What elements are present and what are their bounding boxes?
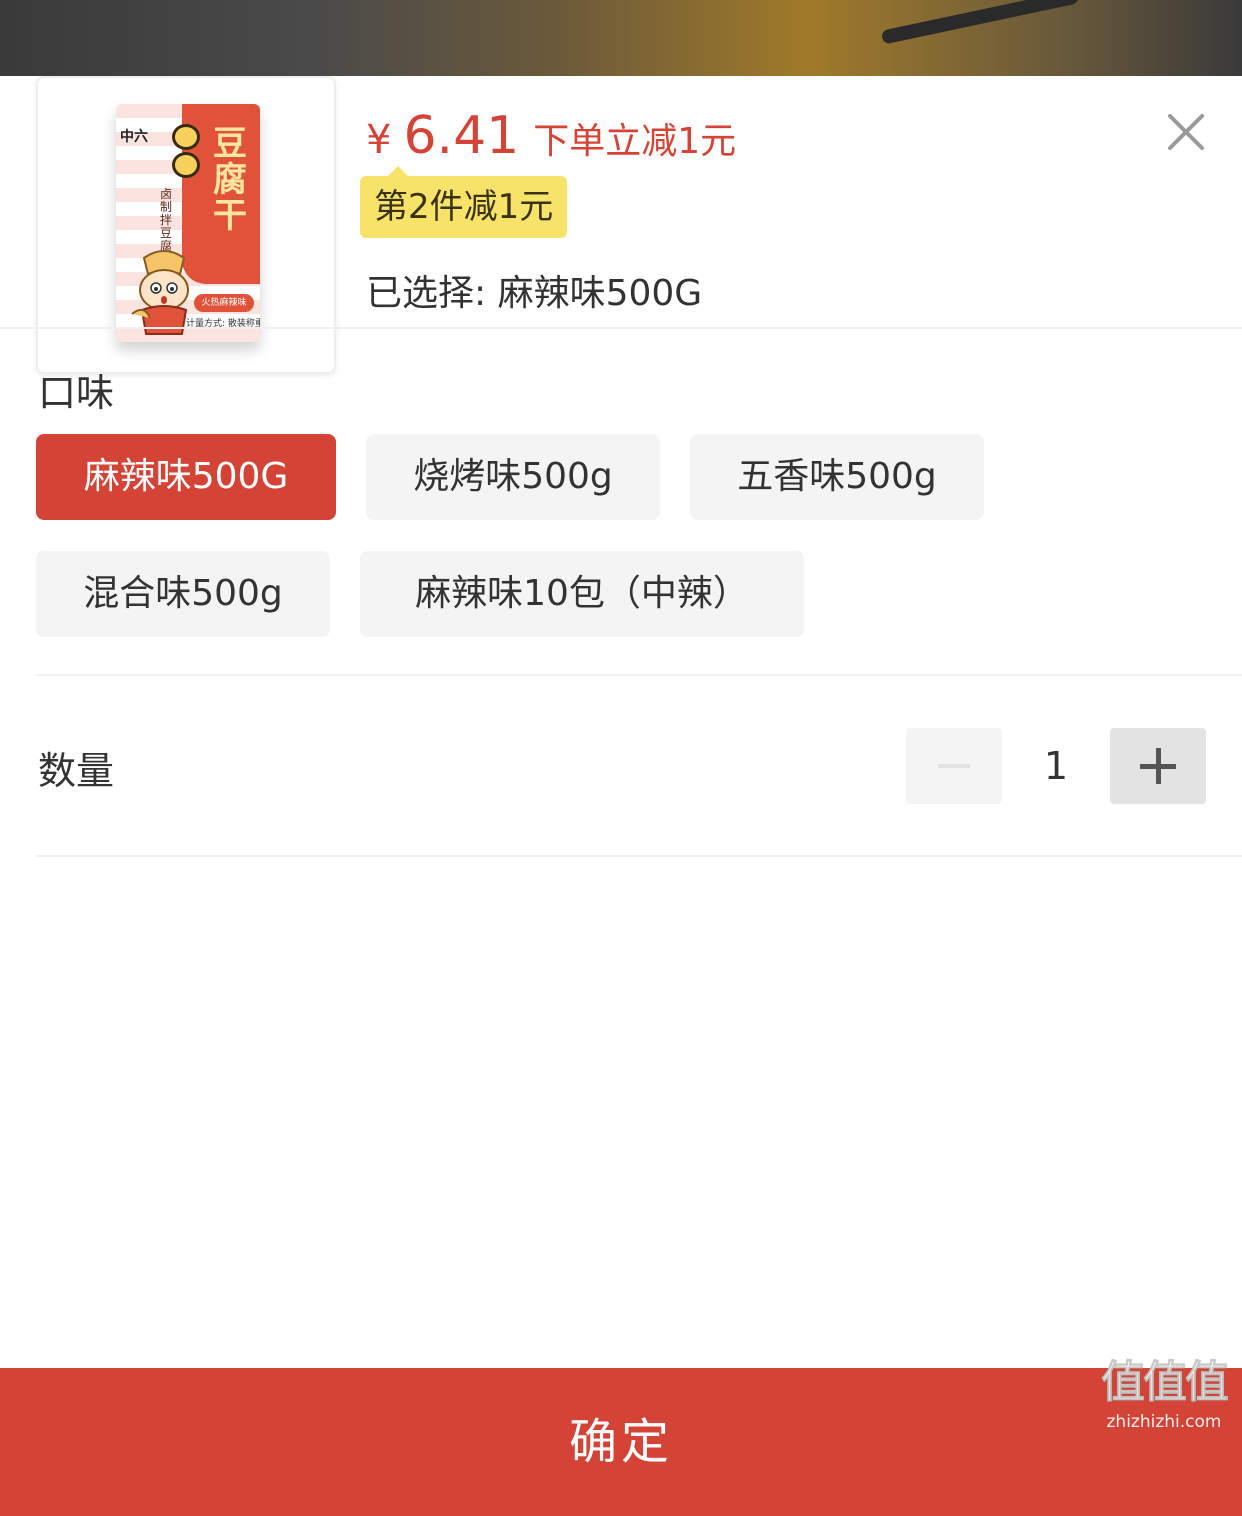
confirm-button[interactable]: 确定	[0, 1368, 1242, 1516]
sku-selector-sheet: 中六 豆腐干 卤制拌豆腐干 火热麻辣味 计量方式: 散装称重 ¥ 6.41 下单…	[0, 76, 1242, 1516]
flavor-option-mala-10pack[interactable]: 麻辣味10包（中辣）	[360, 551, 804, 637]
package-flavor-badge: 火热麻辣味	[194, 294, 254, 312]
package-brand: 中六	[120, 129, 148, 145]
watermark-logo: 值值值	[1101, 1357, 1230, 1409]
plus-icon[interactable]	[1110, 728, 1206, 804]
header-divider	[0, 327, 1242, 329]
product-package-image: 中六 豆腐干 卤制拌豆腐干 火热麻辣味 计量方式: 散装称重	[116, 104, 260, 342]
flavor-option-bbq-500g[interactable]: 烧烤味500g	[366, 434, 660, 520]
selected-variant-text: 已选择: 麻辣味500G	[366, 273, 703, 314]
package-title: 豆腐干	[213, 124, 247, 236]
close-icon[interactable]	[1166, 112, 1206, 152]
background-decoration	[880, 0, 1080, 45]
background-page	[0, 0, 1242, 76]
price-value: 6.41	[403, 106, 520, 166]
flavor-option-wuxiang-500g[interactable]: 五香味500g	[690, 434, 984, 520]
price-row: ¥ 6.41 下单立减1元	[366, 106, 736, 166]
discount-note: 下单立减1元	[533, 121, 737, 162]
product-thumbnail: 中六 豆腐干 卤制拌豆腐干 火热麻辣味 计量方式: 散装称重	[36, 76, 336, 374]
flavor-option-mala-500g[interactable]: 麻辣味500G	[36, 434, 336, 520]
quantity-label: 数量	[38, 749, 115, 793]
site-watermark: 值值值 zhizhizhi.com	[1092, 1356, 1236, 1434]
quantity-divider	[36, 855, 1242, 857]
minus-icon[interactable]	[906, 728, 1002, 804]
flavor-option-mixed-500g[interactable]: 混合味500g	[36, 551, 330, 637]
section-divider	[36, 674, 1242, 676]
currency-symbol: ¥	[366, 117, 392, 163]
flavor-section-label: 口味	[38, 371, 115, 415]
promo-tag: 第2件减1元	[360, 166, 568, 238]
watermark-url: zhizhizhi.com	[1106, 1412, 1222, 1432]
quantity-value[interactable]: 1	[1002, 728, 1110, 804]
package-qq-logo	[172, 124, 202, 180]
